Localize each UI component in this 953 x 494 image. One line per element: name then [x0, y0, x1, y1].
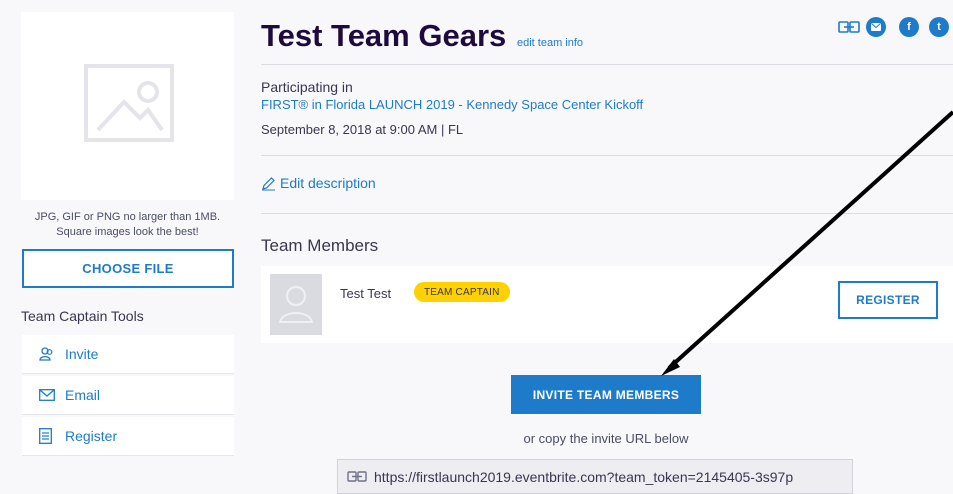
team-captain-tools-heading: Team Captain Tools [21, 308, 144, 324]
tool-email[interactable]: Email [22, 376, 234, 415]
facebook-icon[interactable]: f [899, 17, 919, 37]
team-photo-placeholder [21, 12, 234, 200]
description-divider [261, 213, 953, 214]
avatar [270, 274, 322, 335]
copy-invite-url-text: or copy the invite URL below [523, 431, 689, 446]
invite-url-text: https://firstlaunch2019.eventbrite.com?t… [374, 468, 794, 485]
invite-url-field[interactable]: https://firstlaunch2019.eventbrite.com?t… [337, 459, 853, 494]
member-name: Test Test [340, 286, 392, 301]
event-date: September 8, 2018 at 9:00 AM | FL [261, 122, 464, 137]
edit-team-info-link[interactable]: edit team info [517, 37, 583, 49]
tool-invite[interactable]: Invite [22, 335, 234, 374]
user-avatar-icon [278, 286, 314, 323]
invite-people-icon [39, 346, 57, 362]
choose-file-button[interactable]: CHOOSE FILE [22, 249, 234, 288]
register-button[interactable]: REGISTER [838, 281, 938, 319]
tool-register-label: Register [65, 428, 118, 444]
team-members-heading: Team Members [261, 236, 379, 255]
team-name-title: Test Team Gears [261, 18, 507, 53]
image-placeholder-icon [84, 64, 174, 142]
link-icon [347, 470, 367, 483]
event-divider [261, 155, 953, 156]
photo-hint: JPG, GIF or PNG no larger than 1MB. Squa… [34, 211, 221, 238]
tool-invite-label: Invite [65, 346, 99, 362]
team-captain-badge: TEAM CAPTAIN [414, 282, 510, 302]
edit-description-label: Edit description [280, 175, 376, 191]
twitter-icon[interactable]: t [929, 17, 949, 37]
link-icon[interactable] [838, 20, 860, 39]
pencil-icon [261, 176, 276, 191]
envelope-icon [39, 389, 57, 401]
email-share-icon[interactable] [866, 17, 886, 37]
event-link[interactable]: FIRST® in Florida LAUNCH 2019 - Kennedy … [261, 97, 643, 112]
header-divider [261, 64, 953, 65]
edit-description-link[interactable]: Edit description [261, 175, 376, 191]
participating-label: Participating in [261, 79, 353, 95]
tool-email-label: Email [65, 387, 101, 403]
invite-team-members-button[interactable]: INVITE TEAM MEMBERS [511, 375, 701, 414]
tool-register[interactable]: Register [22, 417, 234, 456]
register-list-icon [39, 428, 57, 444]
